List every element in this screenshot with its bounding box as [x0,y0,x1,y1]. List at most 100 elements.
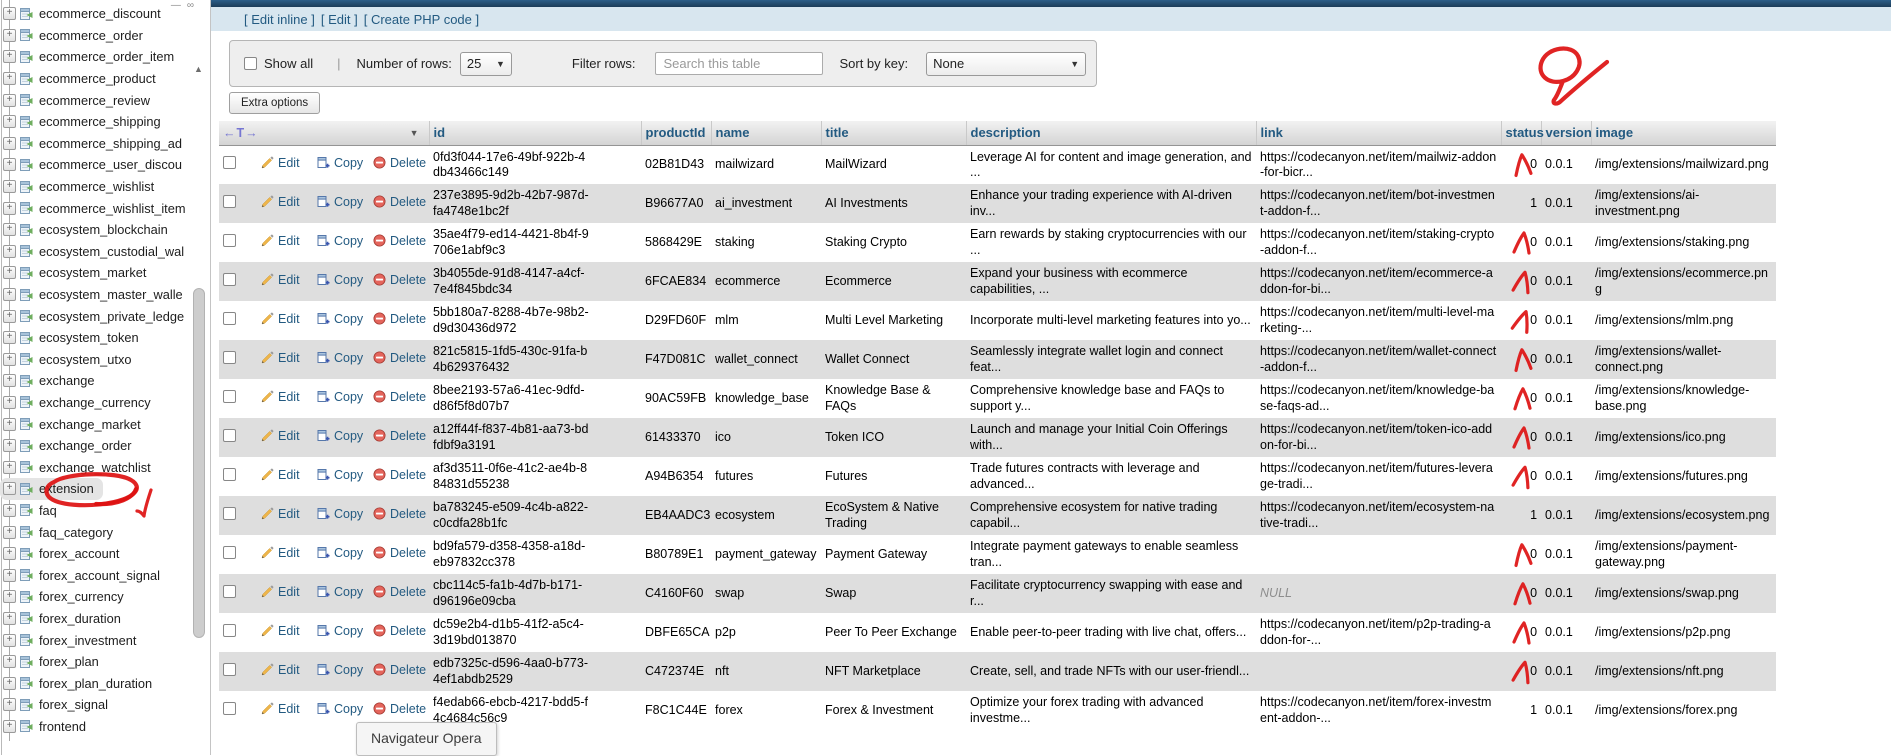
expand-plus-icon[interactable]: + [3,482,16,495]
row-copy-link[interactable]: Copy [334,234,363,248]
sidebar-scroll-up-icon[interactable]: ▲ [192,62,205,76]
row-edit-link[interactable]: Edit [278,468,300,482]
row-edit-link[interactable]: Edit [278,390,300,404]
row-copy-link[interactable]: Copy [334,351,363,365]
row-select-checkbox[interactable] [223,429,236,442]
row-select-checkbox[interactable] [223,312,236,325]
row-select-checkbox[interactable] [223,351,236,364]
row-delete-link[interactable]: Delete [390,624,426,638]
column-header-version[interactable]: version [1541,121,1591,145]
sidebar-item-forex_signal[interactable]: + forex_signal [0,694,117,716]
expand-plus-icon[interactable]: + [3,439,16,452]
expand-plus-icon[interactable]: + [3,223,16,236]
sidebar-item-exchange[interactable]: + exchange [0,370,104,392]
expand-plus-icon[interactable]: + [3,612,16,625]
sidebar-item-ecosystem_utxo[interactable]: + ecosystem_utxo [0,349,140,371]
sidebar-item-extension[interactable]: + extension [0,478,103,500]
row-delete-link[interactable]: Delete [390,351,426,365]
sidebar-item-ecosystem_private_ledge[interactable]: + ecosystem_private_ledge [0,305,192,327]
sidebar-item-ecommerce_user_discou[interactable]: + ecommerce_user_discou [0,154,191,176]
column-header-title[interactable]: title [821,121,966,145]
expand-plus-icon[interactable]: + [3,677,16,690]
column-header-image[interactable]: image [1591,121,1776,145]
row-edit-link[interactable]: Edit [278,195,300,209]
sidebar-scrollbar-thumb[interactable] [193,288,205,638]
row-select-checkbox[interactable] [223,156,236,169]
row-edit-link[interactable]: Edit [278,273,300,287]
column-header-id[interactable]: id [429,121,641,145]
expand-plus-icon[interactable]: + [3,94,16,107]
sidebar-item-exchange_market[interactable]: + exchange_market [0,413,150,435]
row-delete-link[interactable]: Delete [390,507,426,521]
row-select-checkbox[interactable] [223,663,236,676]
row-edit-link[interactable]: Edit [278,624,300,638]
full-text-toggle-icon[interactable]: ←T→ [223,126,259,140]
row-copy-link[interactable]: Copy [334,702,363,716]
sidebar-item-forex_account[interactable]: + forex_account [0,543,128,565]
expand-plus-icon[interactable]: + [3,655,16,668]
expand-plus-icon[interactable]: + [3,202,16,215]
expand-plus-icon[interactable]: + [3,331,16,344]
sidebar-item-ecosystem_token[interactable]: + ecosystem_token [0,327,148,349]
row-select-checkbox[interactable] [223,468,236,481]
sidebar-item-ecosystem_custodial_wal[interactable]: + ecosystem_custodial_wal [0,241,192,263]
row-edit-link[interactable]: Edit [278,702,300,716]
sidebar-item-ecommerce_product[interactable]: + ecommerce_product [0,68,165,90]
row-edit-link[interactable]: Edit [278,585,300,599]
row-delete-link[interactable]: Delete [390,390,426,404]
sidebar-item-ecosystem_market[interactable]: + ecosystem_market [0,262,155,284]
row-delete-link[interactable]: Delete [390,195,426,209]
row-copy-link[interactable]: Copy [334,195,363,209]
expand-plus-icon[interactable]: + [3,310,16,323]
row-select-checkbox[interactable] [223,273,236,286]
row-select-checkbox[interactable] [223,390,236,403]
sidebar-item-ecommerce_review[interactable]: + ecommerce_review [0,89,159,111]
sidebar-item-ecommerce_discount[interactable]: + ecommerce_discount [0,3,170,25]
sidebar-item-ecommerce_wishlist[interactable]: + ecommerce_wishlist [0,176,163,198]
create-php-code-link[interactable]: Create PHP code [371,12,472,27]
expand-plus-icon[interactable]: + [3,50,16,63]
expand-plus-icon[interactable]: + [3,245,16,258]
sidebar-item-exchange_order[interactable]: + exchange_order [0,435,141,457]
row-delete-link[interactable]: Delete [390,585,426,599]
sidebar-item-forex_account_signal[interactable]: + forex_account_signal [0,564,169,586]
expand-plus-icon[interactable]: + [3,158,16,171]
expand-plus-icon[interactable]: + [3,418,16,431]
column-header-name[interactable]: name [711,121,821,145]
row-delete-link[interactable]: Delete [390,234,426,248]
expand-plus-icon[interactable]: + [3,266,16,279]
expand-plus-icon[interactable]: + [3,526,16,539]
row-edit-link[interactable]: Edit [278,312,300,326]
expand-plus-icon[interactable]: + [3,396,16,409]
row-select-checkbox[interactable] [223,624,236,637]
expand-plus-icon[interactable]: + [3,590,16,603]
row-copy-link[interactable]: Copy [334,507,363,521]
row-edit-link[interactable]: Edit [278,156,300,170]
expand-plus-icon[interactable]: + [3,504,16,517]
expand-plus-icon[interactable]: + [3,634,16,647]
row-copy-link[interactable]: Copy [334,585,363,599]
row-select-checkbox[interactable] [223,507,236,520]
row-edit-link[interactable]: Edit [278,663,300,677]
row-delete-link[interactable]: Delete [390,429,426,443]
extra-options-button[interactable]: Extra options [229,92,320,114]
expand-plus-icon[interactable]: + [3,115,16,128]
expand-plus-icon[interactable]: + [3,374,16,387]
row-select-checkbox[interactable] [223,585,236,598]
row-edit-link[interactable]: Edit [278,429,300,443]
sidebar-item-exchange_watchlist[interactable]: + exchange_watchlist [0,456,160,478]
show-all-checkbox[interactable] [244,57,257,70]
sidebar-item-ecommerce_order[interactable]: + ecommerce_order [0,25,152,47]
sidebar-item-frontend[interactable]: + frontend [0,716,95,738]
expand-plus-icon[interactable]: + [3,72,16,85]
row-select-checkbox[interactable] [223,546,236,559]
row-delete-link[interactable]: Delete [390,663,426,677]
row-edit-link[interactable]: Edit [278,234,300,248]
row-copy-link[interactable]: Copy [334,468,363,482]
expand-plus-icon[interactable]: + [3,547,16,560]
row-delete-link[interactable]: Delete [390,468,426,482]
sidebar-item-exchange_currency[interactable]: + exchange_currency [0,392,160,414]
filter-search-input[interactable] [655,52,823,75]
sidebar-item-ecosystem_master_walle[interactable]: + ecosystem_master_walle [0,284,192,306]
show-all-control[interactable]: Show all [244,56,313,71]
